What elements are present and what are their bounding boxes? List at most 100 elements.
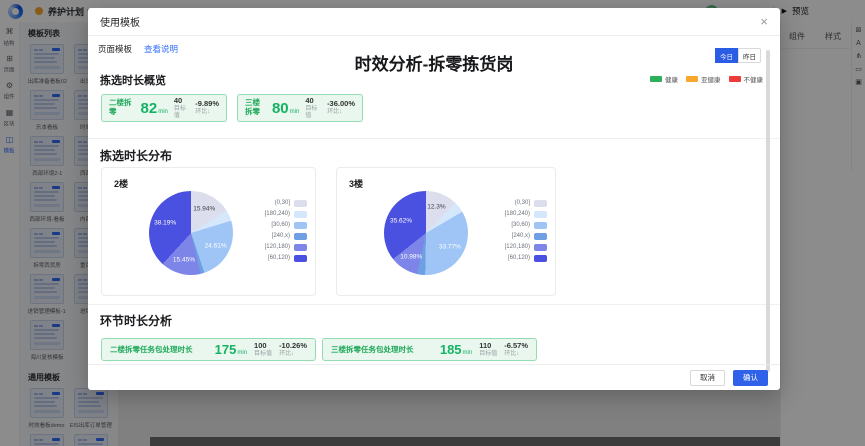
modal-header: 使用模板 × — [88, 8, 780, 36]
pie-legend-label: [180,240) — [505, 211, 530, 217]
date-toggle-group: 今日 昨日 — [715, 48, 761, 63]
date-toggle-button[interactable]: 今日 — [715, 48, 738, 63]
dashboard-title: 时效分析-拆零拣货岗 — [88, 50, 780, 75]
metric-value-group: 82 min — [141, 101, 168, 116]
pie-slice-label: 12.3% — [427, 204, 445, 211]
target-label: 目标值 — [479, 351, 497, 358]
delta-label: 环比↓ — [504, 351, 528, 358]
overview-cards: 二楼拆零 82 min 40 目标值 -9.89% 环比↓ — [101, 94, 363, 122]
close-icon[interactable]: × — [760, 15, 768, 28]
delta-value: -36.00% — [327, 100, 355, 108]
pie-legend-swatch — [534, 233, 547, 240]
metric-value: 80 — [272, 101, 289, 116]
pie-legend-item: [60,120) — [505, 255, 547, 262]
pie-legend-swatch — [534, 200, 547, 207]
target-value: 40 — [174, 97, 189, 105]
pie-legend-item: [120,180) — [265, 244, 307, 251]
pie-legend-swatch — [534, 255, 547, 262]
metric-card: 三楼拆零 80 min 40 目标值 -36.00% 环比↓ — [237, 94, 363, 122]
metric-value-group: 185 min — [440, 343, 472, 356]
target-value: 100 — [254, 342, 272, 350]
pie-legend-item: [120,180) — [505, 244, 547, 251]
pie-legend: (0,30] [180,240) [30,60) [240,x) — [505, 200, 547, 262]
metric-value-group: 175 min — [215, 343, 247, 356]
target-label: 目标值 — [254, 351, 272, 358]
pie-slice-label: 15.45% — [173, 256, 195, 263]
metric-label: 三楼拆零任务包处理时长 — [331, 344, 414, 355]
health-legend: 健康 亚健康 不健康 — [650, 74, 763, 84]
pie-legend-label: (0,30] — [515, 200, 530, 206]
delta-value: -9.89% — [195, 100, 219, 108]
pie-legend-label: [120,180) — [505, 244, 530, 250]
delta-value: -6.57% — [504, 342, 528, 350]
metric-label: 三楼拆零 — [245, 99, 266, 116]
pie-legend-label: [30,60) — [511, 222, 530, 228]
metric-target-group: 110 目标值 — [479, 342, 497, 358]
metric-unit: min — [158, 109, 168, 115]
pie-legend-label: [60,120) — [508, 255, 530, 261]
pie-legend-item: [240,x) — [265, 233, 307, 240]
metric-target-group: 40 目标值 — [305, 97, 321, 119]
pie-legend-label: [180,240) — [265, 211, 290, 217]
pie-legend-label: [120,180) — [265, 244, 290, 250]
legend-label: 健康 — [665, 74, 678, 84]
modal-footer: 取消 确认 — [88, 364, 780, 390]
confirm-button[interactable]: 确认 — [733, 370, 768, 386]
health-legend-item: 不健康 — [729, 74, 764, 84]
pie-legend-label: [240,x) — [272, 233, 290, 239]
pie-chart-card-floor2: 2楼 15.94%24.61%15.45%38.19% (0,30] [180,… — [101, 167, 316, 296]
modal-title: 使用模板 — [100, 14, 140, 29]
cancel-button[interactable]: 取消 — [690, 370, 725, 386]
pie-legend-swatch — [534, 211, 547, 218]
metric-value-group: 80 min — [272, 101, 299, 116]
pie-slice-label: 38.19% — [154, 219, 176, 226]
pie-legend-item: [240,x) — [505, 233, 547, 240]
metric-target-group: 40 目标值 — [174, 97, 189, 119]
pie-legend-swatch — [294, 211, 307, 218]
pie-chart: 15.94%24.61%15.45%38.19% — [149, 191, 233, 275]
pie-legend-swatch — [294, 222, 307, 229]
pie-slice-label: 35.62% — [390, 217, 412, 224]
metric-card: 二楼拆零 82 min 40 目标值 -9.89% 环比↓ — [101, 94, 227, 122]
pie-legend-item: [30,60) — [265, 222, 307, 229]
legend-swatch — [650, 76, 662, 82]
delta-label: 环比↓ — [195, 109, 219, 116]
metric-value: 82 — [141, 101, 158, 116]
pie-chart-title: 3楼 — [349, 177, 363, 190]
metric-delta-group: -9.89% 环比↓ — [195, 100, 219, 116]
metric-value: 175 — [215, 343, 237, 356]
pie-legend-item: (0,30] — [505, 200, 547, 207]
use-template-modal: 使用模板 × 页面模板 查看说明 时效分析-拆零拣货岗 今日 昨日 拣选时长概览… — [88, 8, 780, 390]
pie-chart: 12.3% 33.77% 10.98% 35.62% — [384, 191, 468, 275]
target-label: 目标值 — [305, 106, 321, 119]
link-metric-cards: 二楼拆零任务包处理时长 175 min 100 目标值 -10.26% 环比↓ — [101, 338, 537, 361]
metric-label: 二楼拆零任务包处理时长 — [110, 344, 193, 355]
pie-chart-title: 2楼 — [114, 177, 128, 190]
pie-slice-label: 10.98% — [400, 253, 422, 260]
pie-legend-swatch — [294, 233, 307, 240]
metric-label: 二楼拆零 — [109, 99, 135, 116]
pie-legend-swatch — [294, 244, 307, 251]
pie-legend-swatch — [294, 255, 307, 262]
legend-swatch — [686, 76, 698, 82]
metric-delta-group: -10.26% 环比↓ — [279, 342, 307, 358]
modal-scrollbar[interactable] — [766, 50, 770, 372]
pie-slice-label: 33.77% — [439, 244, 461, 251]
target-value: 110 — [479, 342, 497, 350]
pie-legend-item: (0,30] — [265, 200, 307, 207]
pie-legend-label: [30,60) — [271, 222, 290, 228]
pie-legend-item: [30,60) — [505, 222, 547, 229]
target-value: 40 — [305, 97, 321, 105]
pie-legend-swatch — [294, 200, 307, 207]
metric-unit: min — [463, 350, 473, 356]
pie-legend-item: [60,120) — [265, 255, 307, 262]
metric-card: 三楼拆零任务包处理时长 185 min 110 目标值 -6.57% 环比↓ — [322, 338, 537, 361]
date-toggle-button[interactable]: 昨日 — [738, 48, 761, 63]
app-root: 养护计划 ▾ superadmin ▶ 预览 ⌘ 结构 ⊞ 页面 ⚙ 组件 — [0, 0, 865, 446]
metric-target-group: 100 目标值 — [254, 342, 272, 358]
health-legend-item: 亚健康 — [686, 74, 721, 84]
section-divider — [88, 138, 780, 139]
pie-slice-label: 24.61% — [205, 242, 227, 249]
metric-unit: min — [290, 109, 300, 115]
pie-legend-swatch — [534, 222, 547, 229]
